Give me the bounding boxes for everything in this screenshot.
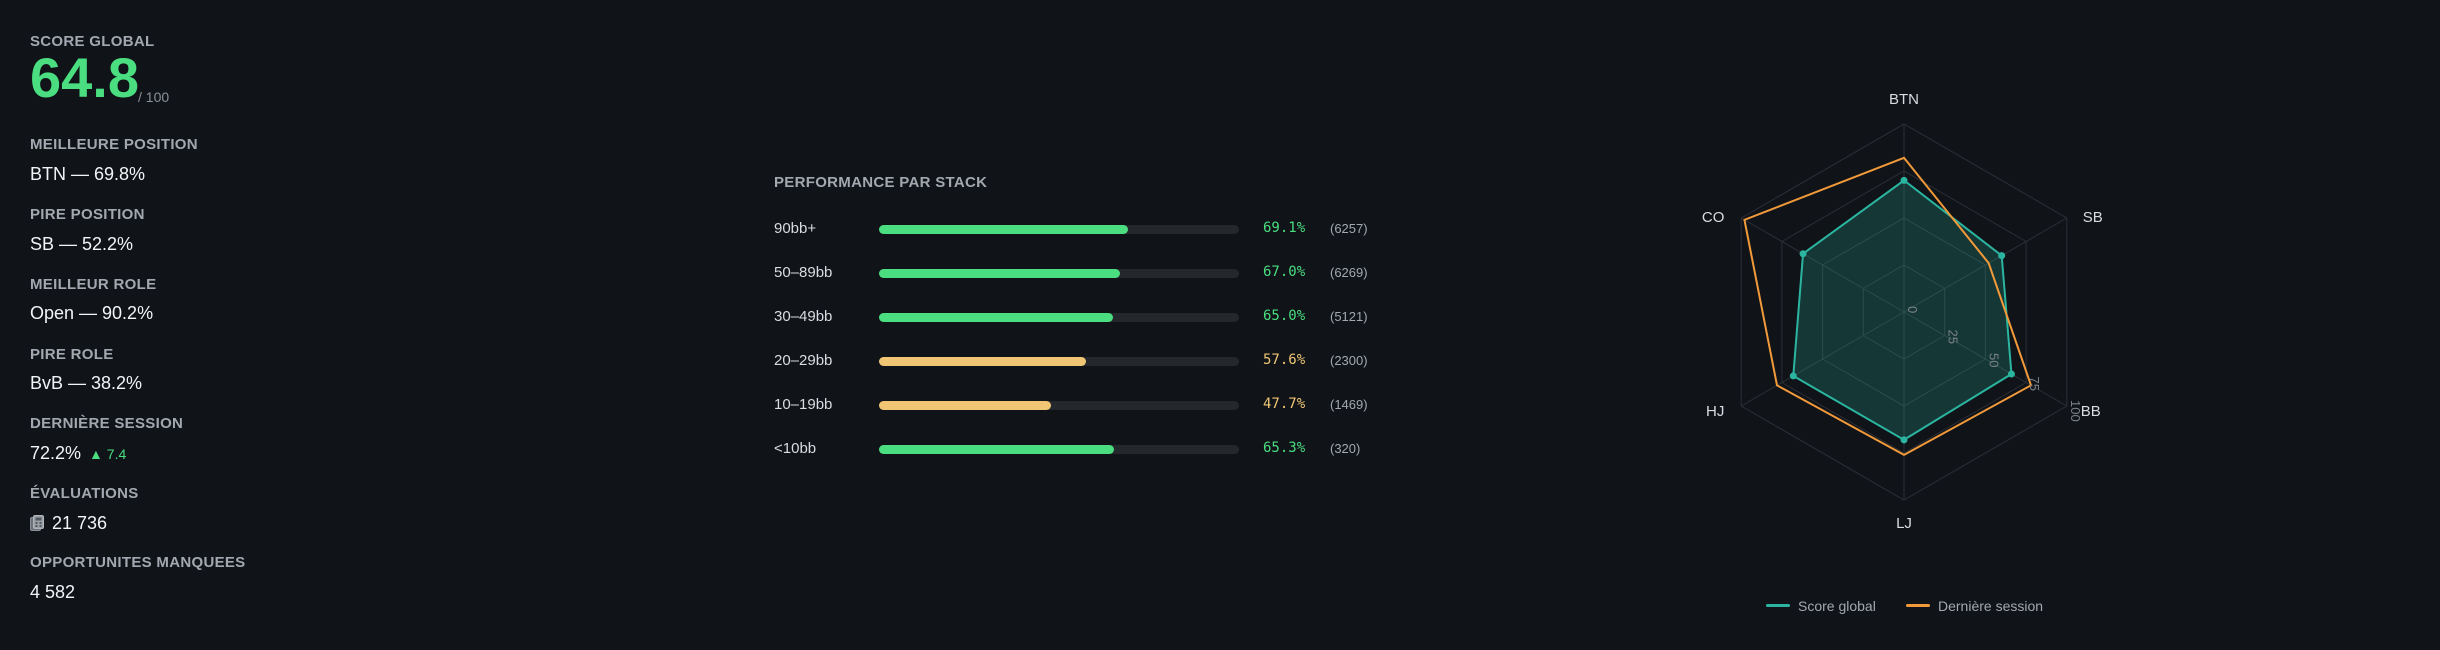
stack-percent: 47.7% xyxy=(1263,396,1306,412)
radar-axis-label: SB xyxy=(2083,209,2103,226)
stack-bar-track xyxy=(879,401,1239,410)
stack-count: (6257) xyxy=(1330,221,1368,236)
stack-percent: 69.1% xyxy=(1263,220,1306,236)
stack-count: (2300) xyxy=(1330,353,1368,368)
stack-bar-track xyxy=(879,357,1239,366)
stack-bar-fill xyxy=(879,269,1121,278)
stack-bar-fill xyxy=(879,445,1115,454)
stack-label: 90bb+ xyxy=(774,220,817,237)
stack-bar-fill xyxy=(879,313,1113,322)
radar-scale-tick: 75 xyxy=(2027,377,2042,391)
stack-bar-fill xyxy=(879,401,1051,410)
last-session-value: 72.2% xyxy=(30,443,82,463)
evaluations-label: ÉVALUATIONS xyxy=(30,485,139,502)
last-session-row: 72.2% ▲ 7.4 xyxy=(30,443,126,464)
legend-item-last-session[interactable]: Dernière session xyxy=(1906,598,2043,614)
score-global-value: 64.8 xyxy=(30,46,139,109)
legend-swatch-score-global xyxy=(1766,604,1790,607)
stack-label: <10bb xyxy=(774,440,817,457)
radar-scale-tick: 25 xyxy=(1946,330,1961,344)
radar-point xyxy=(1998,252,2006,260)
stack-performance-title: PERFORMANCE PAR STACK xyxy=(774,174,988,191)
worst-position-label: PIRE POSITION xyxy=(30,206,145,223)
radar-axis-label: BTN xyxy=(1889,91,1919,108)
stack-row: 20–29bb 57.6% (2300) xyxy=(774,349,1394,373)
stack-bar-track xyxy=(879,225,1239,234)
radar-axis-label: LJ xyxy=(1896,515,1912,532)
stack-label: 20–29bb xyxy=(774,352,833,369)
worst-role-label: PIRE ROLE xyxy=(30,346,114,363)
stack-count: (6269) xyxy=(1330,265,1368,280)
stack-label: 50–89bb xyxy=(774,264,833,281)
stack-row: 30–49bb 65.0% (5121) xyxy=(774,305,1394,329)
radar-point xyxy=(2007,370,2015,378)
calculator-icon xyxy=(30,515,44,531)
stack-bar-track xyxy=(879,269,1239,278)
radar-axis-label: BB xyxy=(2081,403,2101,420)
stack-percent: 57.6% xyxy=(1263,352,1306,368)
stack-row: 50–89bb 67.0% (6269) xyxy=(774,261,1394,285)
radar-point xyxy=(1799,250,1807,258)
radar-scale-tick: 50 xyxy=(1986,353,2001,367)
missed-opportunities-label: OPPORTUNITES MANQUEES xyxy=(30,554,246,571)
score-global-max: / 100 xyxy=(138,89,170,105)
position-radar-chart: 0255075100BTNSBBBLJHJCO xyxy=(1702,91,2103,532)
evaluations-row: 21 736 xyxy=(30,513,107,534)
stack-label: 30–49bb xyxy=(774,308,833,325)
stack-count: (320) xyxy=(1330,441,1361,456)
best-position-label: MEILLEURE POSITION xyxy=(30,136,198,153)
stack-row: 10–19bb 47.7% (1469) xyxy=(774,393,1394,417)
stack-bar-fill xyxy=(879,225,1128,234)
missed-opportunities-value: 4 582 xyxy=(30,582,76,602)
worst-position-value: SB — 52.2% xyxy=(30,234,134,254)
last-session-delta: ▲ 7.4 xyxy=(89,446,127,462)
worst-role-value: BvB — 38.2% xyxy=(30,373,143,393)
radar-point xyxy=(1900,176,1908,184)
legend-swatch-last-session xyxy=(1906,604,1930,607)
stack-bar-track xyxy=(879,445,1239,454)
stack-percent: 65.0% xyxy=(1263,308,1306,324)
stack-percent: 65.3% xyxy=(1263,440,1306,456)
best-role-value: Open — 90.2% xyxy=(30,303,154,323)
evaluations-value: 21 736 xyxy=(52,513,108,533)
last-session-label: DERNIÈRE SESSION xyxy=(30,415,184,432)
radar-scale-tick: 0 xyxy=(1905,306,1920,313)
legend-label-score-global: Score global xyxy=(1798,598,1876,614)
legend-item-score-global[interactable]: Score global xyxy=(1766,598,1876,614)
radar-point xyxy=(1789,372,1797,380)
stack-bar-track xyxy=(879,313,1239,322)
best-position-value: BTN — 69.8% xyxy=(30,164,146,184)
radar-axis-label: CO xyxy=(1702,209,1725,226)
stack-percent: 67.0% xyxy=(1263,264,1306,280)
radar-axis-label: HJ xyxy=(1706,403,1724,420)
stack-label: 10–19bb xyxy=(774,396,833,413)
stack-row: 90bb+ 69.1% (6257) xyxy=(774,217,1394,241)
stack-count: (1469) xyxy=(1330,397,1368,412)
radar-point xyxy=(1900,436,1908,444)
stack-bar-fill xyxy=(879,357,1087,366)
stack-count: (5121) xyxy=(1330,309,1368,324)
stack-row: <10bb 65.3% (320) xyxy=(774,437,1394,461)
legend-label-last-session: Dernière session xyxy=(1938,598,2044,614)
best-role-label: MEILLEUR ROLE xyxy=(30,276,157,293)
radar-series-score-global xyxy=(1792,179,2013,442)
